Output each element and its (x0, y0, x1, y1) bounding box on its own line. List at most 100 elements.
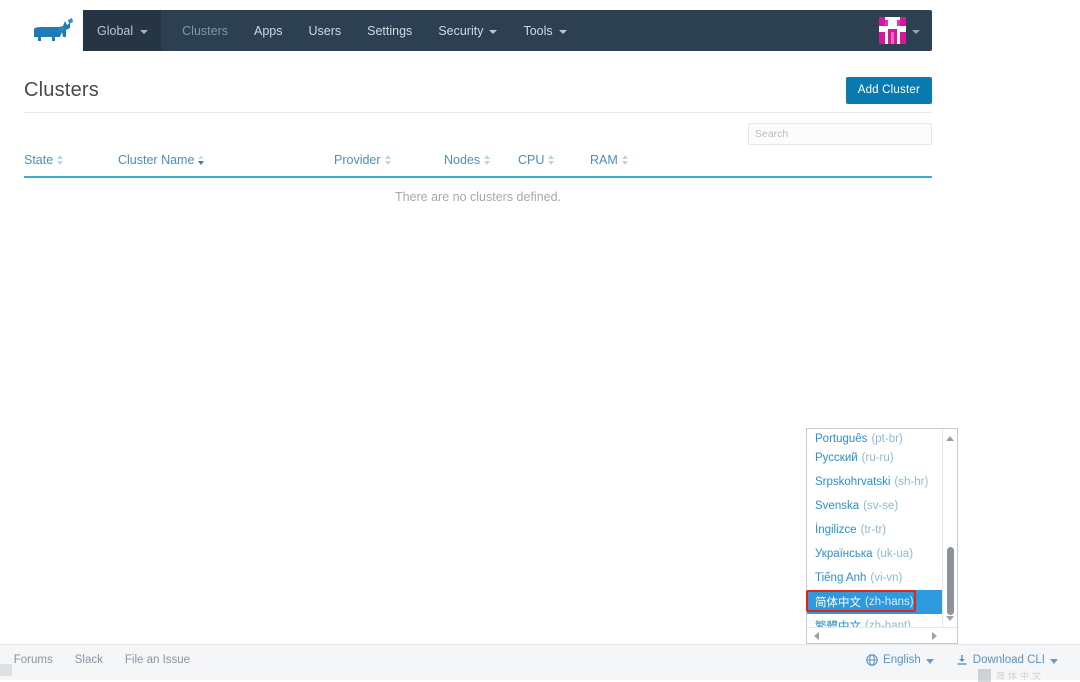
empty-state-message: There are no clusters defined. (394, 190, 562, 204)
sort-toggle-icon (384, 155, 391, 165)
language-code: (uk-ua) (876, 548, 914, 560)
nav-item-apps[interactable]: Apps (241, 10, 296, 51)
nav-item-label: Security (438, 23, 484, 38)
footer-download-cli[interactable]: Download CLI (956, 654, 1058, 666)
ime-label: 简体中文 (995, 671, 1044, 681)
column-header-cluster-name[interactable]: Cluster Name (118, 153, 205, 167)
footer-language-selector[interactable]: English (866, 654, 934, 666)
column-header-state[interactable]: State (24, 153, 64, 167)
language-code: (tr-tr) (860, 524, 887, 536)
top-navigation-bar: Global Clusters Apps Users Settings Secu… (24, 10, 932, 51)
column-header-cpu[interactable]: CPU (518, 153, 555, 167)
language-name: 简体中文 (815, 597, 861, 609)
nav-item-label: Apps (253, 23, 283, 38)
language-name: Русский (815, 452, 858, 464)
nav-item-users[interactable]: Users (295, 10, 354, 51)
footer-link-group: s Forums Slack File an Issue (0, 654, 190, 666)
language-name: Tiếng Anh (815, 572, 867, 584)
column-header-provider[interactable]: Provider (334, 153, 391, 167)
column-label: Provider (334, 153, 381, 167)
footer-link-slack[interactable]: Slack (75, 654, 103, 666)
nav-item-clusters[interactable]: Clusters (169, 10, 241, 51)
column-label: Nodes (444, 153, 481, 167)
user-avatar-identicon-icon (879, 17, 906, 44)
globe-icon (866, 654, 878, 666)
language-code: (pt-br) (871, 433, 903, 445)
column-header-ram[interactable]: RAM (590, 153, 628, 167)
column-label: CPU (518, 153, 545, 167)
language-code: (zh-hant) (865, 620, 912, 627)
scope-selector-global[interactable]: Global (83, 10, 162, 51)
column-label: State (24, 153, 54, 167)
nav-item-settings[interactable]: Settings (354, 10, 425, 51)
search-field-wrapper (748, 123, 932, 145)
language-name: Português (815, 433, 868, 445)
app-header: Global Clusters Apps Users Settings Secu… (0, 0, 1080, 55)
page-header-row: Clusters Add Cluster (24, 70, 932, 111)
footer-link-forums[interactable]: Forums (14, 654, 53, 666)
clusters-table-header: State Cluster Name Provider Nodes CPU RA… (24, 153, 932, 175)
footer-cli-label: Download CLI (972, 654, 1045, 666)
language-name: 繁體中文 (815, 621, 861, 627)
scroll-left-arrow-icon[interactable] (809, 629, 823, 643)
scroll-up-arrow-icon[interactable] (943, 431, 957, 445)
language-option-sh-hr[interactable]: Srpskohrvatski (sh-hr) (807, 470, 943, 494)
language-option-sv-se[interactable]: Svenska (sv-se) (807, 494, 943, 518)
dropdown-horizontal-scrollbar[interactable] (807, 627, 957, 643)
nav-item-label: Tools (523, 23, 553, 38)
add-cluster-button[interactable]: Add Cluster (845, 77, 932, 104)
language-code: (ru-ru) (861, 452, 894, 464)
sort-toggle-icon (621, 155, 628, 165)
language-option-ru-ru[interactable]: Русский (ru-ru) (807, 446, 943, 470)
language-code: (sh-hr) (894, 476, 929, 488)
language-name: Українська (815, 548, 873, 560)
ime-status-indicator: 简体中文 (977, 669, 1044, 682)
language-option-list: Português (pt-br) Русский (ru-ru) Srpsko… (807, 429, 943, 627)
nav-item-security[interactable]: Security (425, 10, 510, 51)
scope-selector-label: Global (97, 23, 134, 38)
chevron-down-icon (1050, 658, 1058, 664)
sort-toggle-icon (198, 155, 205, 165)
vertical-scrollbar-thumb[interactable] (946, 547, 954, 615)
search-input[interactable] (748, 123, 932, 145)
language-option-tr-tr[interactable]: İngilizce (tr-tr) (807, 518, 943, 542)
sort-toggle-icon (57, 155, 64, 165)
page-title: Clusters (24, 79, 99, 101)
app-footer: s Forums Slack File an Issue English Dow… (0, 644, 1080, 682)
chevron-down-icon (558, 29, 567, 34)
dropdown-vertical-scrollbar[interactable] (942, 429, 957, 627)
nav-link-list: Clusters Apps Users Settings Security To… (161, 10, 869, 51)
sort-toggle-icon (548, 155, 555, 165)
rancher-bull-logo-icon (33, 17, 73, 41)
language-option-zh-hant[interactable]: 繁體中文 (zh-hant) (807, 614, 943, 627)
user-menu[interactable] (869, 10, 932, 51)
column-header-nodes[interactable]: Nodes (444, 153, 491, 167)
column-label: RAM (590, 153, 618, 167)
language-code: (zh-hans) (865, 596, 914, 608)
footer-link-file-an-issue[interactable]: File an Issue (125, 654, 190, 666)
language-option-uk-ua[interactable]: Українська (uk-ua) (807, 542, 943, 566)
chevron-down-icon (140, 29, 149, 34)
app-logo[interactable] (24, 10, 83, 51)
language-name: Svenska (815, 500, 860, 512)
language-code: (vi-vn) (870, 572, 903, 584)
nav-item-label: Users (308, 23, 342, 38)
header-divider (24, 112, 932, 113)
chevron-down-icon (489, 29, 498, 34)
download-icon (957, 655, 967, 665)
scroll-down-arrow-icon[interactable] (943, 611, 957, 625)
nav-item-label: Settings (367, 23, 413, 38)
language-option-pt-br[interactable]: Português (pt-br) (807, 429, 943, 446)
column-label: Cluster Name (118, 153, 195, 167)
language-option-vi-vn[interactable]: Tiếng Anh (vi-vn) (807, 566, 943, 590)
chevron-down-icon (912, 29, 920, 34)
sort-toggle-icon (484, 155, 491, 165)
ime-icon (977, 669, 991, 682)
scroll-right-arrow-icon[interactable] (927, 629, 941, 643)
footer-language-label: English (883, 654, 921, 666)
language-dropdown-list[interactable]: Português (pt-br) Русский (ru-ru) Srpsko… (806, 428, 958, 644)
language-name: Srpskohrvatski (815, 476, 891, 488)
nav-item-label: Clusters (182, 23, 228, 38)
language-option-zh-hans[interactable]: 简体中文 (zh-hans) (807, 590, 943, 614)
nav-item-tools[interactable]: Tools (510, 10, 579, 51)
